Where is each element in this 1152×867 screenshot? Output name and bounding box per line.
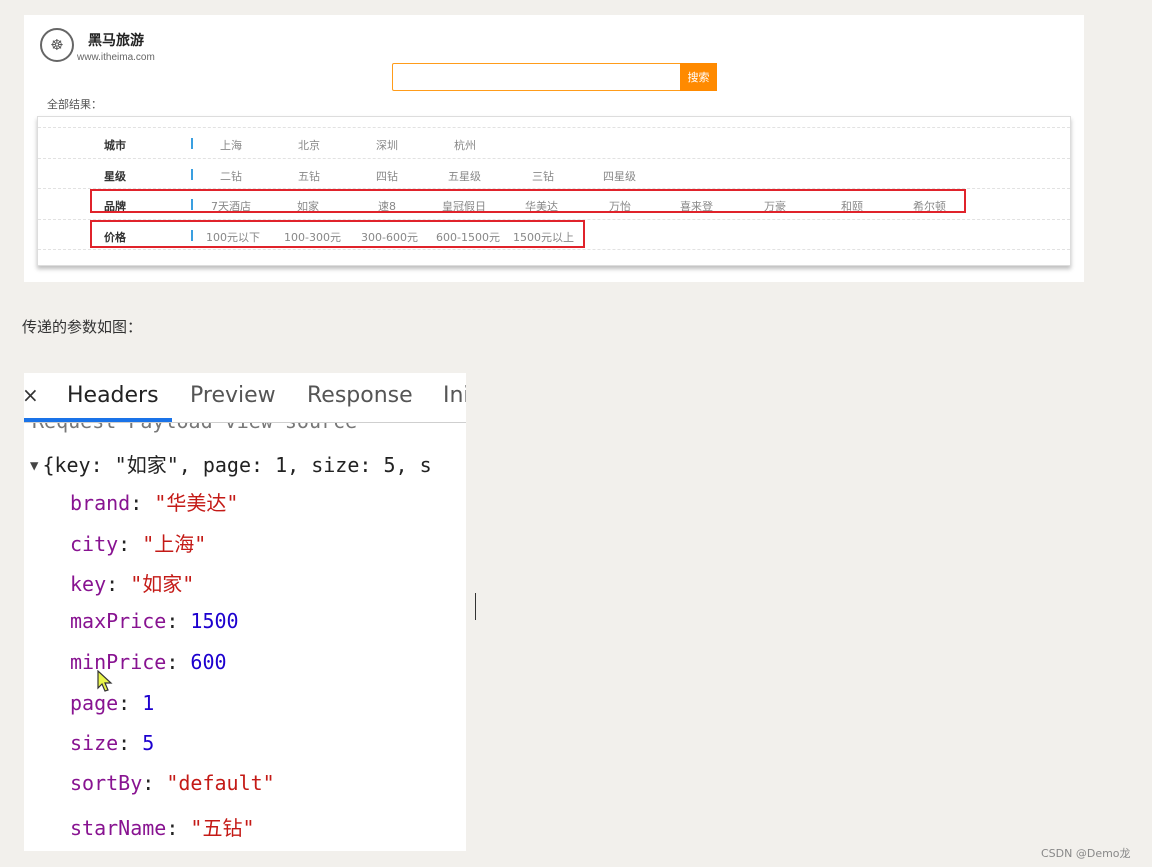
filter-separator	[191, 169, 193, 180]
filter-option[interactable]: 深圳	[376, 137, 398, 153]
all-results-label: 全部结果：	[47, 98, 102, 111]
expand-triangle-icon[interactable]: ▼	[30, 458, 38, 474]
search-button[interactable]: 搜索	[680, 63, 717, 91]
property-key: key	[70, 572, 107, 596]
payload-property: sortBy: "default"	[70, 771, 275, 795]
property-value: 600	[190, 650, 227, 674]
property-key: city	[70, 532, 119, 556]
filter-option[interactable]: 五星级	[448, 168, 481, 184]
payload-summary-text: {key: "如家", page: 1, size: 5, s	[42, 453, 432, 477]
property-value: 1	[142, 691, 155, 715]
caption-text: 传递的参数如图：	[22, 318, 143, 336]
payload-property: minPrice: 600	[70, 650, 227, 674]
search-input[interactable]	[392, 63, 682, 91]
property-value: "五钻"	[190, 816, 255, 840]
filter-option[interactable]: 二钻	[220, 168, 242, 184]
filter-option[interactable]: 北京	[298, 137, 320, 153]
filter-separator	[191, 138, 193, 149]
filter-option[interactable]: 五钻	[298, 168, 320, 184]
filter-option[interactable]: 三钻	[532, 168, 554, 184]
property-key: starName	[70, 816, 167, 840]
site-logo-icon[interactable]: ☸	[40, 28, 74, 62]
property-key: page	[70, 691, 119, 715]
site-title: 黑马旅游	[88, 33, 144, 49]
watermark: CSDN @Demo龙	[1041, 847, 1131, 860]
devtools-tabbar: × Headers Preview Response Ini	[24, 373, 466, 423]
payload-property: key: "如家"	[70, 572, 195, 596]
filter-option[interactable]: 上海	[220, 137, 242, 153]
brand-highlight-box	[90, 189, 966, 213]
property-value: "如家"	[130, 572, 195, 596]
property-key: minPrice	[70, 650, 167, 674]
price-highlight-box	[90, 220, 585, 248]
filter-option[interactable]: 四钻	[376, 168, 398, 184]
filter-option[interactable]: 杭州	[454, 137, 476, 153]
tab-initiator[interactable]: Ini	[443, 383, 466, 408]
payload-property: page: 1	[70, 691, 155, 715]
property-key: sortBy	[70, 771, 143, 795]
close-icon[interactable]: ×	[24, 383, 39, 407]
active-tab-indicator	[24, 418, 172, 422]
payload-property: size: 5	[70, 731, 155, 755]
payload-property: city: "上海"	[70, 532, 207, 556]
property-value: "default"	[166, 771, 275, 795]
property-value: "上海"	[142, 532, 207, 556]
payload-property: starName: "五钻"	[70, 816, 255, 840]
payload-property: maxPrice: 1500	[70, 609, 239, 633]
property-key: maxPrice	[70, 609, 167, 633]
property-key: brand	[70, 491, 131, 515]
property-value: 1500	[190, 609, 239, 633]
devtools-screenshot: Request Payload view source × Headers Pr…	[24, 373, 466, 851]
filter-row-star: 星级 二钻 五钻 四钻 五星级 三钻 四星级	[38, 158, 1070, 189]
property-key: size	[70, 731, 119, 755]
tab-response[interactable]: Response	[307, 383, 413, 408]
filter-label: 星级	[104, 170, 126, 183]
text-caret	[475, 593, 476, 620]
tab-headers[interactable]: Headers	[67, 383, 159, 408]
payload-summary[interactable]: ▼ {key: "如家", page: 1, size: 5, s	[30, 449, 432, 478]
filter-row-city: 城市 上海 北京 深圳 杭州	[38, 127, 1070, 158]
tab-preview[interactable]: Preview	[190, 383, 276, 408]
property-value: 5	[142, 731, 155, 755]
mouse-pointer-icon	[97, 670, 113, 692]
filter-label: 城市	[104, 139, 126, 152]
property-value: "华美达"	[154, 491, 239, 515]
site-url: www.itheima.com	[77, 52, 155, 63]
filter-option[interactable]: 四星级	[603, 168, 636, 184]
payload-property: brand: "华美达"	[70, 491, 239, 515]
travel-search-screenshot: ☸ 黑马旅游 www.itheima.com 搜索 全部结果： 城市 上海 北京…	[24, 15, 1084, 282]
